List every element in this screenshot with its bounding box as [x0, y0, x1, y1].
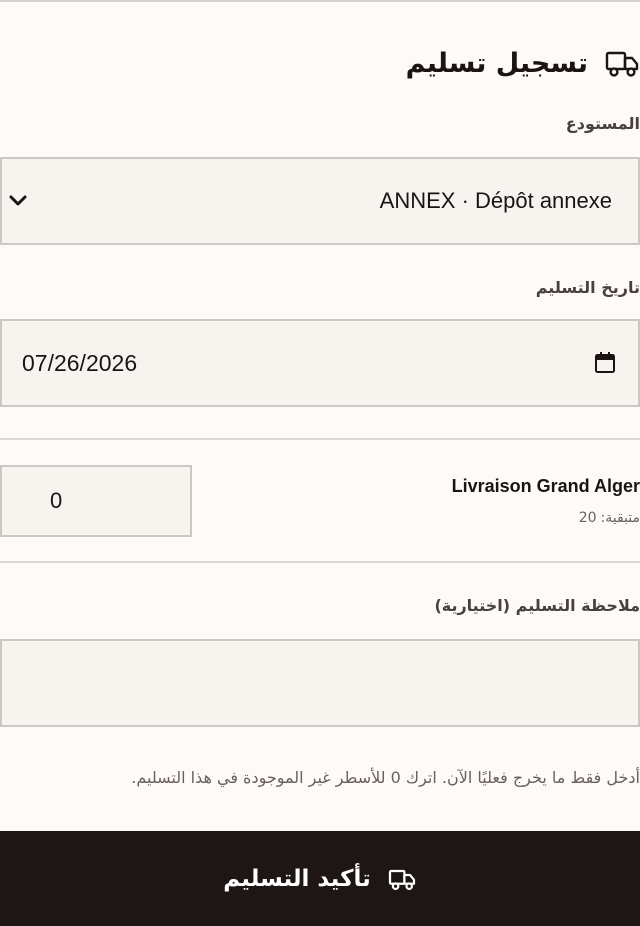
form-header: تسجيل تسليم	[0, 40, 640, 86]
confirm-delivery-button[interactable]: تأكيد التسليم	[0, 831, 640, 926]
truck-icon	[388, 869, 415, 890]
section-divider	[0, 561, 640, 563]
warehouse-selected-value: ANNEX · Dépôt annexe	[379, 188, 612, 213]
calendar-icon[interactable]	[594, 352, 616, 374]
remaining-value: 20	[578, 510, 597, 526]
delivery-date-input[interactable]: 07/26/2026	[0, 319, 640, 407]
line-product-name: Livraison Grand Alger	[451, 476, 640, 496]
delivery-date-value: 07/26/2026	[22, 349, 138, 376]
note-textarea[interactable]	[0, 639, 640, 727]
warehouse-select[interactable]: ANNEX · Dépôt annexe	[0, 157, 640, 245]
truck-icon	[605, 51, 639, 77]
warehouse-label: المستودع	[565, 114, 640, 133]
delivery-date-label: تاريخ التسليم	[535, 278, 640, 297]
quantity-input[interactable]: 0	[0, 465, 192, 537]
chevron-down-icon	[9, 195, 27, 206]
section-divider	[0, 438, 640, 440]
page-title: تسجيل تسليم	[405, 47, 588, 79]
helper-text: أدخل فقط ما يخرج فعليًا الآن. اترك 0 للأ…	[131, 768, 640, 787]
top-divider	[0, 0, 640, 2]
note-label: ملاحظة التسليم (اختيارية)	[434, 596, 640, 615]
remaining-label: متبقية:	[600, 510, 640, 526]
line-remaining: متبقية: 20	[579, 510, 640, 526]
confirm-button-label: تأكيد التسليم	[223, 865, 371, 892]
